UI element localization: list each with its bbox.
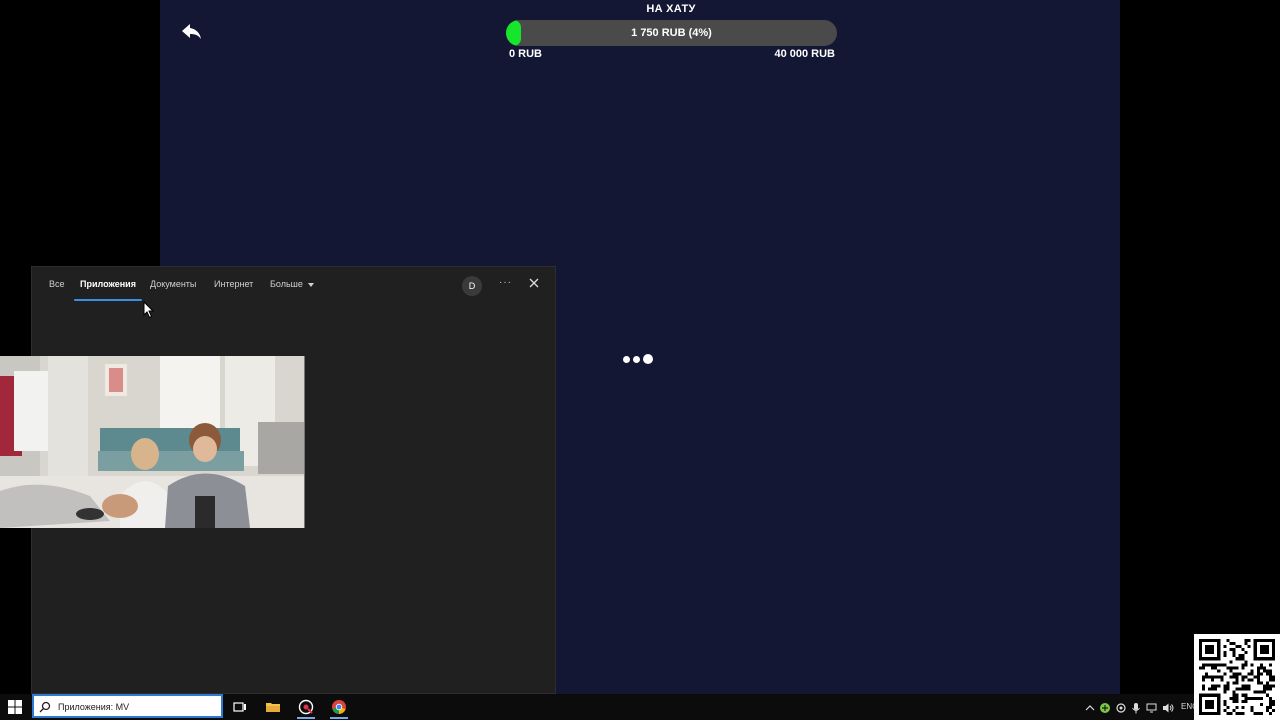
search-tabs: Все Приложения Документы Интернет Больше… <box>32 267 555 303</box>
volume-icon[interactable] <box>1162 701 1174 713</box>
qr-code <box>1194 634 1280 720</box>
loading-dot <box>633 355 640 363</box>
active-tab-indicator <box>74 299 142 301</box>
microphone-icon[interactable] <box>1130 701 1142 714</box>
loading-indicator <box>623 354 653 364</box>
chrome-icon[interactable] <box>331 699 347 715</box>
goal-title: НА ХАТУ <box>646 3 696 15</box>
goal-min-label: 0 RUB <box>509 48 543 60</box>
tab-more-label: Больше <box>270 279 303 289</box>
task-view-icon[interactable] <box>232 699 248 715</box>
running-app-indicator <box>297 717 315 719</box>
avatar[interactable]: D <box>462 276 482 296</box>
taskbar-search-box[interactable] <box>32 694 223 718</box>
tab-internet[interactable]: Интернет <box>214 279 253 289</box>
search-input[interactable] <box>58 699 218 714</box>
loading-dot <box>623 355 630 363</box>
goal-max-label: 40 000 RUB <box>774 48 835 60</box>
windows-start-icon[interactable] <box>8 700 22 714</box>
running-app-indicator <box>330 717 348 719</box>
tab-documents[interactable]: Документы <box>150 279 196 289</box>
search-icon <box>39 700 51 718</box>
webcam-image <box>0 356 305 528</box>
tab-all[interactable]: Все <box>49 279 65 289</box>
taskbar: ENG <box>0 694 1280 720</box>
capture-app-icon[interactable] <box>298 699 314 715</box>
file-explorer-icon[interactable] <box>265 699 281 715</box>
more-options-button[interactable]: ··· <box>499 277 512 288</box>
tray-app-icon[interactable] <box>1099 701 1111 713</box>
chevron-up-icon[interactable] <box>1084 701 1096 713</box>
tab-apps[interactable]: Приложения <box>80 279 136 289</box>
chevron-down-icon <box>308 282 315 287</box>
network-icon[interactable] <box>1146 701 1158 713</box>
goal-progress-bar: 1 750 RUB (4%) <box>506 20 837 46</box>
screen: НА ХАТУ 1 750 RUB (4%) 0 RUB 40 000 RUB … <box>0 0 1280 720</box>
goal-amount: 1 750 RUB (4%) <box>631 27 712 39</box>
back-arrow-icon[interactable] <box>178 18 206 46</box>
tray-settings-icon[interactable] <box>1115 701 1127 713</box>
mouse-cursor-icon <box>143 300 155 319</box>
tab-more[interactable]: Больше <box>270 279 315 289</box>
loading-dot <box>643 354 653 364</box>
close-icon[interactable] <box>527 276 541 290</box>
